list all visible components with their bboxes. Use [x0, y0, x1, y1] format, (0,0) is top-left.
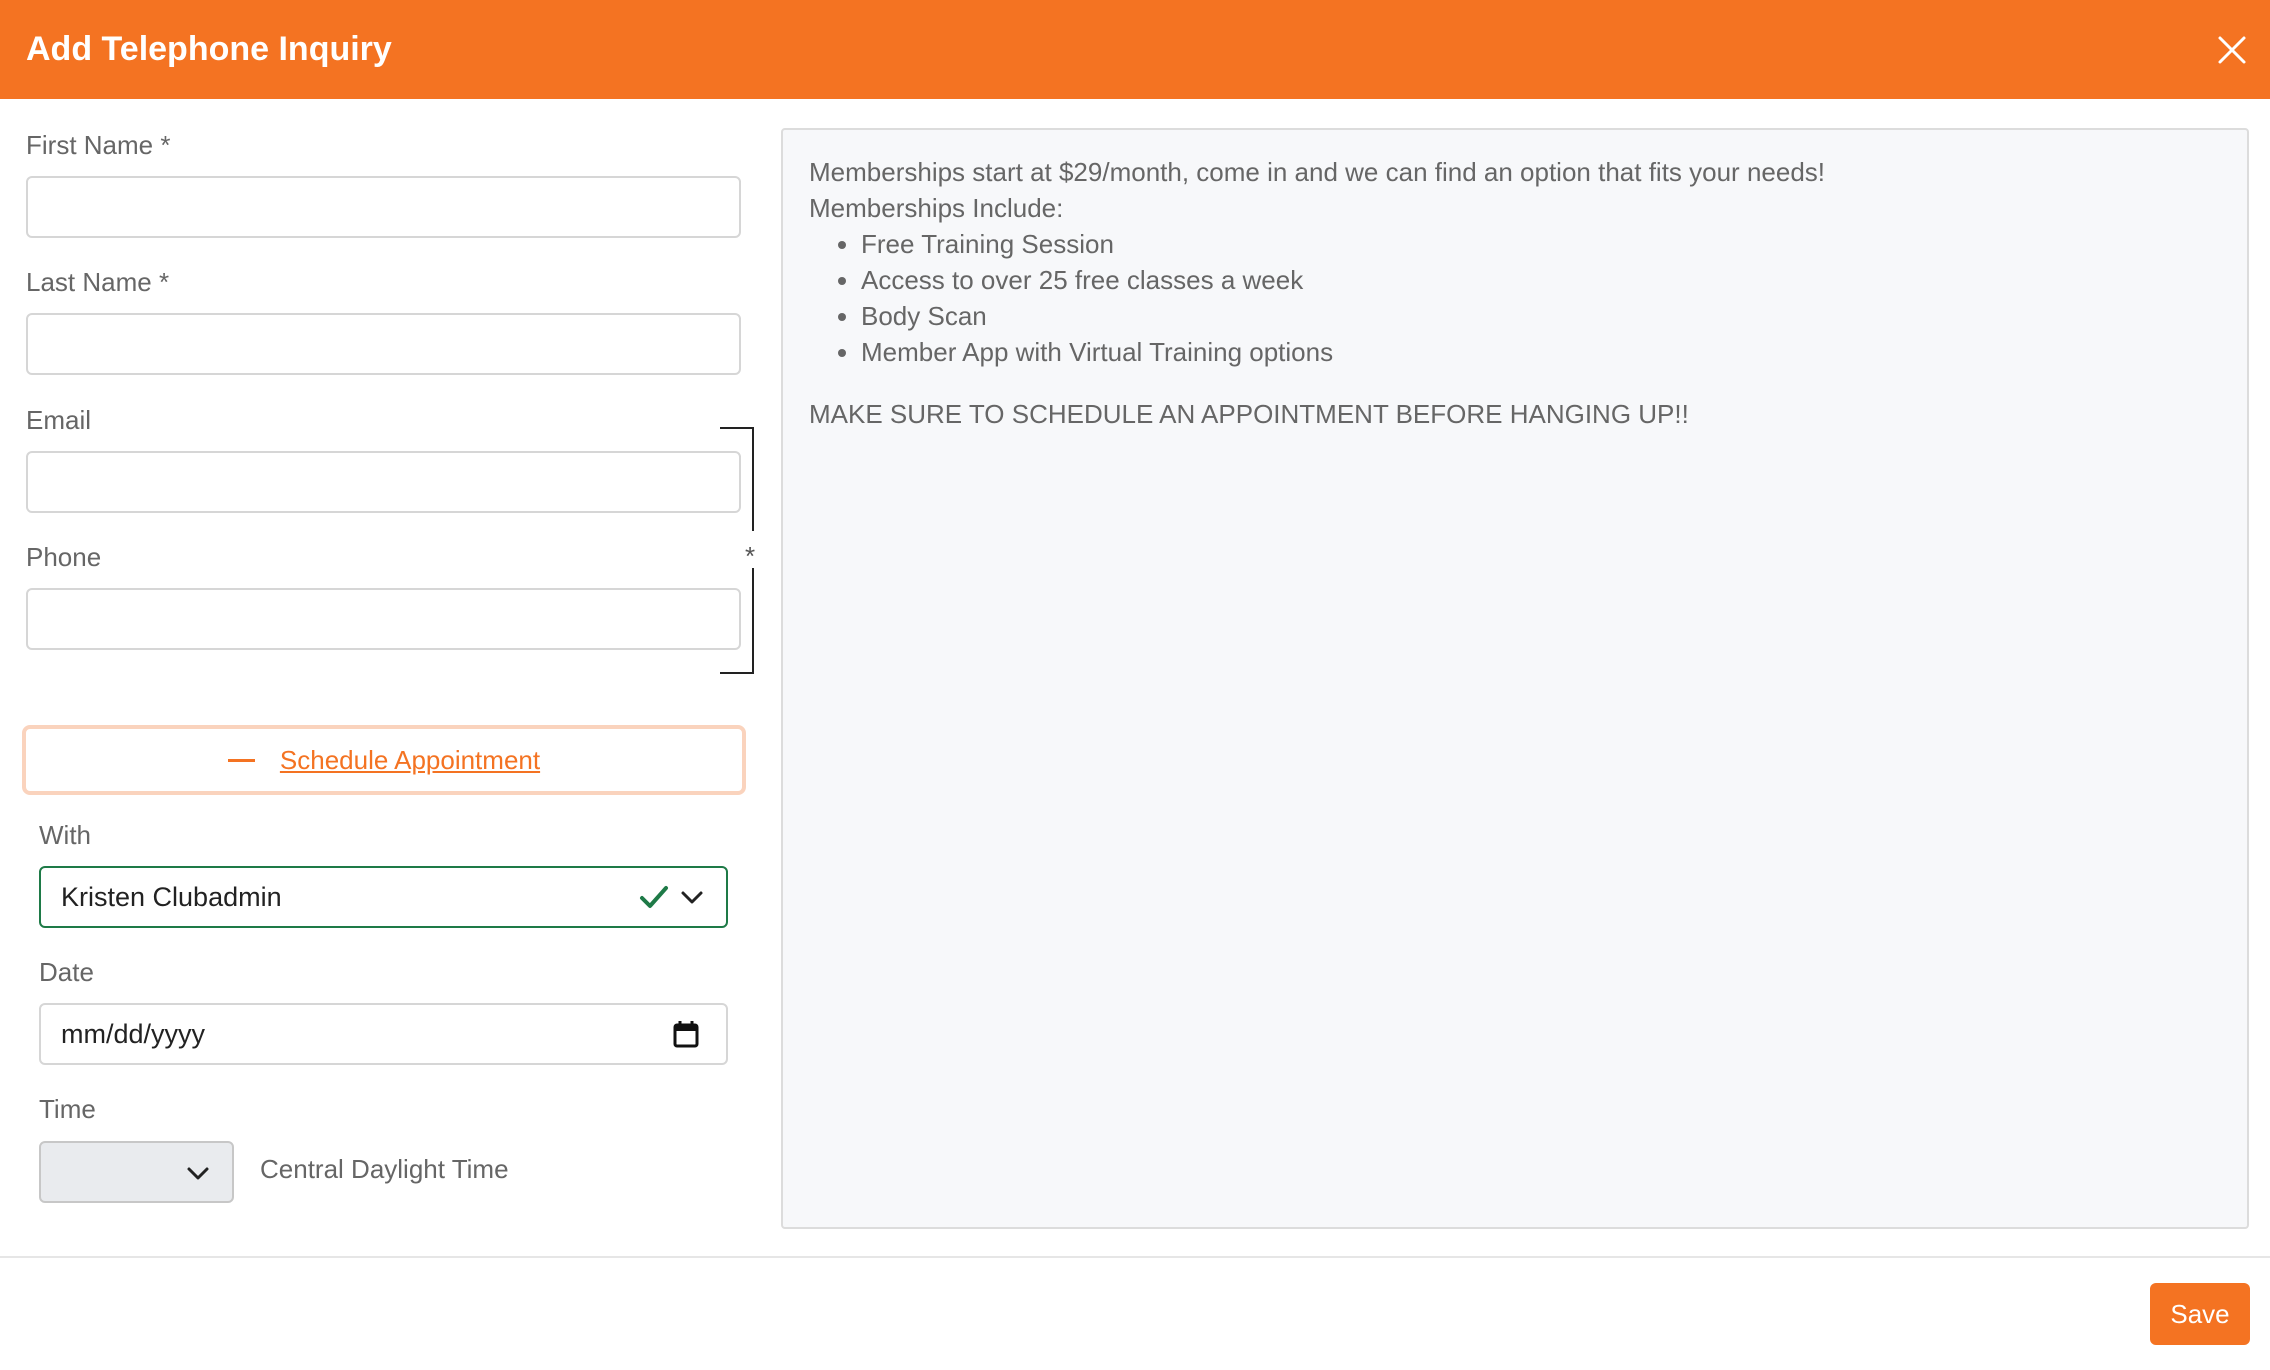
save-button[interactable]: Save: [2150, 1283, 2250, 1345]
list-item: Body Scan: [861, 298, 2221, 334]
membership-list-heading: Memberships Include:: [809, 193, 1064, 223]
dialog-title: Add Telephone Inquiry: [26, 30, 392, 68]
phone-input[interactable]: [26, 588, 741, 650]
email-label: Email: [26, 405, 92, 435]
time-select[interactable]: [39, 1141, 234, 1203]
list-item: Access to over 25 free classes a week: [861, 262, 2221, 298]
last-name-input[interactable]: [26, 313, 741, 375]
calendar-icon[interactable]: [672, 1019, 700, 1049]
close-icon: [2218, 36, 2246, 64]
chevron-down-icon: [681, 891, 703, 904]
with-label: With: [39, 820, 91, 850]
date-input[interactable]: mm/dd/yyyy: [39, 1003, 728, 1065]
dialog-header: Add Telephone Inquiry: [0, 0, 2270, 99]
schedule-warning: MAKE SURE TO SCHEDULE AN APPOINTMENT BEF…: [809, 399, 1689, 429]
checkmark-icon: [640, 886, 668, 908]
schedule-appointment-link[interactable]: Schedule Appointment: [280, 745, 540, 776]
first-name-label: First Name *: [26, 130, 171, 160]
phone-label: Phone: [26, 542, 102, 572]
last-name-label: Last Name *: [26, 267, 170, 297]
contact-bracket-bottom: [720, 568, 754, 674]
first-name-input[interactable]: [26, 176, 741, 238]
chevron-down-icon: [187, 1167, 209, 1180]
with-selected-value: Kristen Clubadmin: [61, 882, 282, 912]
email-input[interactable]: [26, 451, 741, 513]
date-placeholder: mm/dd/yyyy: [61, 1019, 206, 1049]
footer-divider: [0, 1256, 2270, 1258]
membership-benefits-list: Free Training Session Access to over 25 …: [809, 226, 2221, 370]
list-item: Free Training Session: [861, 226, 2221, 262]
timezone-label: Central Daylight Time: [260, 1154, 509, 1184]
close-button[interactable]: [2208, 26, 2256, 74]
time-label: Time: [39, 1094, 96, 1124]
minus-icon: [227, 758, 255, 762]
membership-info-panel: Memberships start at $29/month, come in …: [781, 128, 2249, 1229]
date-label: Date: [39, 957, 94, 987]
with-select[interactable]: Kristen Clubadmin: [39, 866, 728, 928]
contact-bracket-top: [720, 427, 754, 531]
list-item: Member App with Virtual Training options: [861, 334, 2221, 370]
membership-intro: Memberships start at $29/month, come in …: [809, 157, 1826, 187]
schedule-appointment-toggle[interactable]: Schedule Appointment: [22, 725, 746, 795]
